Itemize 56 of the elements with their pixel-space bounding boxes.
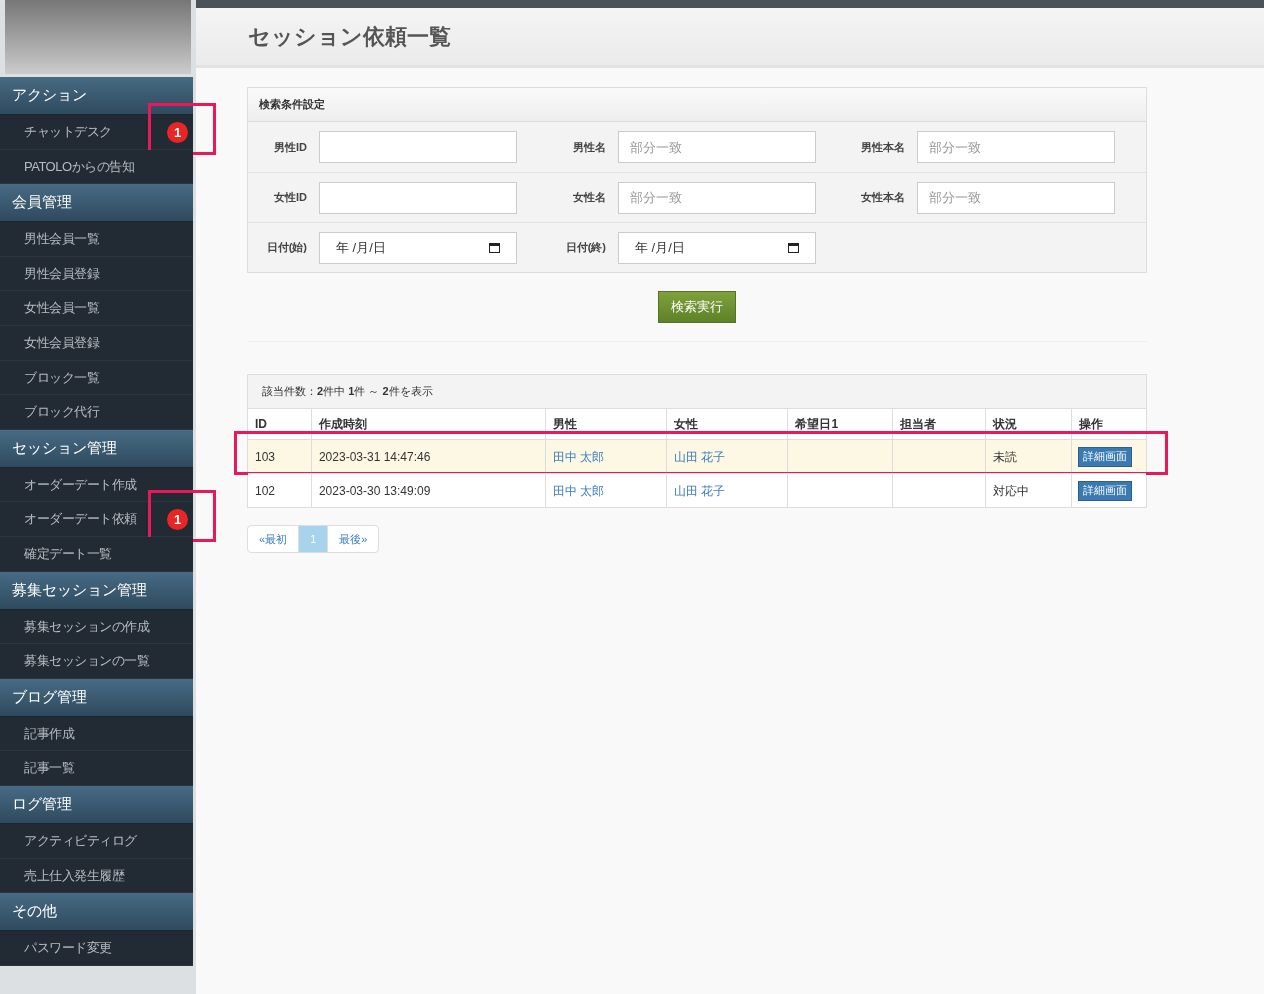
sidebar-item[interactable]: 売上仕入発生履歴 [0, 858, 193, 894]
pagination-link[interactable]: «最初 [248, 526, 299, 552]
table-cell-text: 103 [255, 448, 276, 466]
panel-title: 検索条件設定 [259, 97, 325, 113]
sidebar-section-header: 会員管理 [0, 184, 193, 223]
sidebar-item[interactable]: パスワード変更 [0, 931, 193, 966]
column-header: ID [254, 416, 268, 433]
text-field[interactable] [319, 131, 517, 163]
date-field[interactable]: 年 /月/日 [618, 231, 816, 264]
result-count: 該当件数：2件中 1件 ～ 2件を表示 [262, 384, 433, 400]
detail-button[interactable]: 詳細画面 [1078, 446, 1133, 467]
sidebar-item[interactable]: 募集セッションの作成 [0, 609, 193, 645]
table-cell-text: 未読 [993, 448, 1018, 466]
sidebar-item[interactable]: 男性会員一覧 [0, 222, 193, 257]
table-cell-text: 対応中 [993, 482, 1030, 500]
member-link[interactable]: 山田 花子 [673, 481, 725, 500]
sidebar-section-header: アクション [0, 77, 193, 115]
field-label: 男性本名 [860, 139, 906, 155]
sidebar-section-header: その他 [0, 893, 193, 932]
sidebar-item[interactable]: アクティビティログ [0, 823, 193, 859]
field-label: 女性ID [273, 190, 308, 206]
sidebar-item[interactable]: 記事作成 [0, 716, 193, 752]
sidebar-item[interactable]: 男性会員登録 [0, 256, 193, 292]
sidebar-item[interactable]: PATOLOからの告知 [0, 149, 193, 185]
field-label: 女性本名 [860, 190, 906, 206]
sidebar-item[interactable]: 女性会員登録 [0, 325, 193, 361]
sidebar-item[interactable]: 女性会員一覧 [0, 291, 193, 326]
table-cell-text: 2023-03-31 14:47:46 [318, 448, 431, 466]
sidebar-section-header: セッション管理 [0, 429, 193, 468]
sidebar-item[interactable]: オーダーデート作成 [0, 467, 193, 503]
detail-button[interactable]: 詳細画面 [1078, 480, 1133, 501]
sidebar-section-header: ログ管理 [0, 785, 193, 824]
table-cell-text: 2023-03-30 13:49:09 [318, 482, 431, 500]
member-link[interactable]: 山田 花子 [673, 447, 725, 466]
field-label: 女性名 [572, 190, 607, 206]
sidebar-item[interactable]: 記事一覧 [0, 751, 193, 786]
calendar-icon [489, 242, 500, 253]
sidebar-section-header: 募集セッション管理 [0, 571, 193, 610]
field-label: 男性名 [572, 139, 607, 155]
text-field[interactable] [319, 181, 517, 214]
field-label: 男性ID [273, 139, 308, 155]
pagination-link[interactable]: 最後» [327, 526, 379, 552]
table-cell-text: 102 [255, 482, 276, 500]
page-title: セッション依頼一覧 [248, 23, 451, 51]
search-button[interactable]: 検索実行 [658, 291, 736, 323]
sidebar-item[interactable]: 募集セッションの一覧 [0, 644, 193, 679]
calendar-icon [788, 242, 799, 253]
sidebar-item[interactable]: ブロック一覧 [0, 360, 193, 396]
member-link[interactable]: 田中 太郎 [552, 481, 604, 500]
sidebar-item[interactable]: 確定デート一覧 [0, 536, 193, 572]
sidebar-section-header: ブログ管理 [0, 678, 193, 717]
field-label: 日付(終) [564, 240, 607, 256]
date-field[interactable]: 年 /月/日 [319, 231, 517, 264]
field-label: 日付(始) [265, 240, 308, 256]
member-link[interactable]: 田中 太郎 [552, 447, 604, 466]
sidebar-item[interactable]: ブロック代行 [0, 395, 193, 430]
